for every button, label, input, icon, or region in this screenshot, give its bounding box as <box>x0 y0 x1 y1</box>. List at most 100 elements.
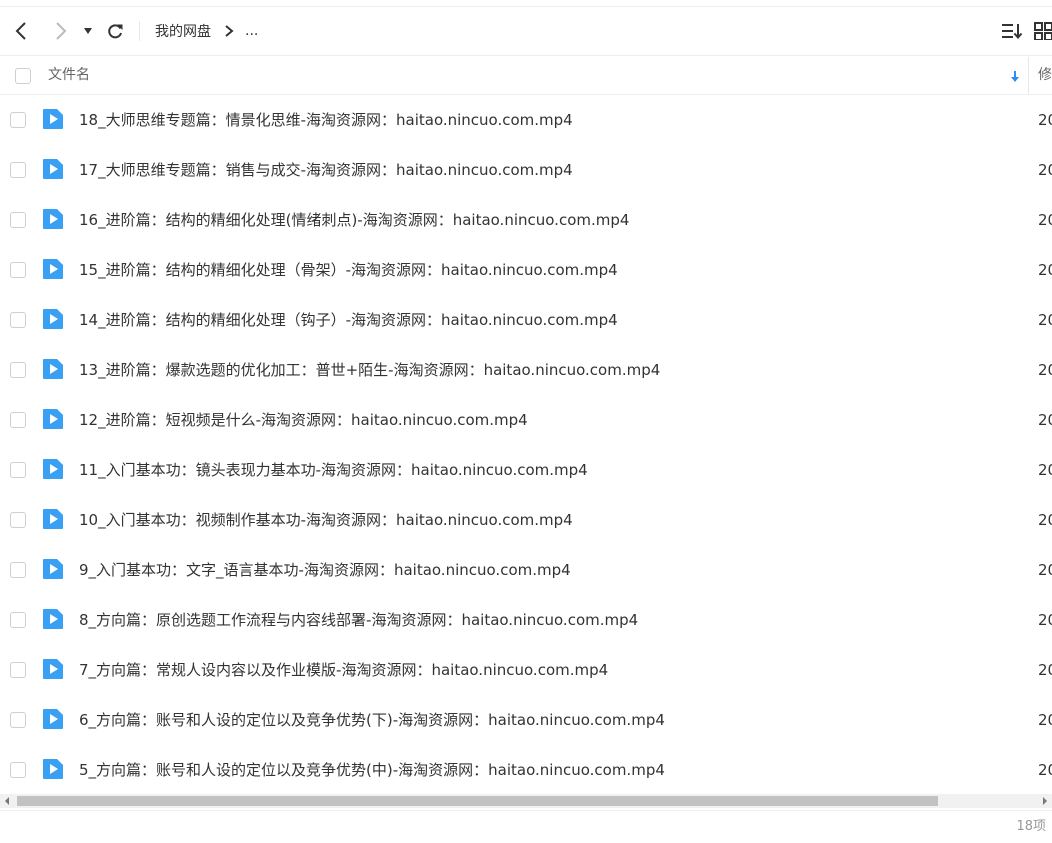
file-name[interactable]: 17_大师思维专题篇：销售与成交-海淘资源网：haitao.nincuo.com… <box>79 145 573 195</box>
file-row-checkbox[interactable] <box>10 412 26 428</box>
file-row-checkbox[interactable] <box>10 462 26 478</box>
file-row[interactable]: 6_方向篇：账号和人设的定位以及竞争优势(下)-海淘资源网：haitao.nin… <box>0 695 1052 745</box>
scrollbar-thumb[interactable] <box>17 796 938 806</box>
breadcrumb-root[interactable]: 我的网盘 <box>155 7 211 55</box>
video-file-icon <box>42 258 64 280</box>
item-count: 18项 <box>1016 819 1046 834</box>
sort-desc-arrow-icon[interactable] <box>1008 68 1022 84</box>
breadcrumb-separator <box>224 7 234 55</box>
video-file-icon <box>42 108 64 130</box>
video-file-icon <box>42 658 64 680</box>
refresh-icon <box>106 22 124 40</box>
file-name[interactable]: 15_进阶篇：结构的精细化处理（骨架）-海淘资源网：haitao.nincuo.… <box>79 245 618 295</box>
file-modified-date: 20 <box>1038 411 1052 429</box>
column-header-modified[interactable]: 修 <box>1038 57 1052 94</box>
file-list: 18_大师思维专题篇：情景化思维-海淘资源网：haitao.nincuo.com… <box>0 95 1052 795</box>
file-row[interactable]: 12_进阶篇：短视频是什么-海淘资源网：haitao.nincuo.com.mp… <box>0 395 1052 445</box>
forward-button[interactable] <box>48 7 74 55</box>
file-modified-date: 20 <box>1038 111 1052 129</box>
scroll-right-arrow-icon[interactable] <box>1038 794 1052 808</box>
file-row-checkbox[interactable] <box>10 162 26 178</box>
file-modified-date: 20 <box>1038 611 1052 629</box>
file-modified-date: 20 <box>1038 661 1052 679</box>
refresh-button[interactable] <box>104 7 126 55</box>
video-file-icon <box>42 208 64 230</box>
video-file-icon <box>42 458 64 480</box>
file-name[interactable]: 13_进阶篇：爆款选题的优化加工：普世+陌生-海淘资源网：haitao.ninc… <box>79 345 660 395</box>
file-modified-date: 20 <box>1038 261 1052 279</box>
file-name[interactable]: 14_进阶篇：结构的精细化处理（钩子）-海淘资源网：haitao.nincuo.… <box>79 295 618 345</box>
video-file-icon <box>42 358 64 380</box>
select-all-checkbox[interactable] <box>15 68 31 84</box>
file-modified-date: 20 <box>1038 161 1052 179</box>
file-row-checkbox[interactable] <box>10 762 26 778</box>
file-row-checkbox[interactable] <box>10 712 26 728</box>
file-row-checkbox[interactable] <box>10 212 26 228</box>
grid-icon <box>1034 22 1052 40</box>
scroll-left-arrow-icon[interactable] <box>0 794 14 808</box>
video-file-icon <box>42 408 64 430</box>
file-row[interactable]: 17_大师思维专题篇：销售与成交-海淘资源网：haitao.nincuo.com… <box>0 145 1052 195</box>
file-row[interactable]: 9_入门基本功：文字_语言基本功-海淘资源网：haitao.nincuo.com… <box>0 545 1052 595</box>
video-file-icon <box>42 508 64 530</box>
file-name[interactable]: 5_方向篇：账号和人设的定位以及竞争优势(中)-海淘资源网：haitao.nin… <box>79 745 665 795</box>
file-row[interactable]: 5_方向篇：账号和人设的定位以及竞争优势(中)-海淘资源网：haitao.nin… <box>0 745 1052 795</box>
horizontal-scrollbar[interactable] <box>0 794 1052 808</box>
chevron-right-icon <box>225 25 234 37</box>
file-row[interactable]: 7_方向篇：常规人设内容以及作业模版-海淘资源网：haitao.nincuo.c… <box>0 645 1052 695</box>
file-modified-date: 20 <box>1038 361 1052 379</box>
sort-list-button[interactable] <box>1000 7 1024 55</box>
history-dropdown-button[interactable] <box>80 7 96 55</box>
file-modified-date: 20 <box>1038 511 1052 529</box>
file-name[interactable]: 16_进阶篇：结构的精细化处理(情绪刺点)-海淘资源网：haitao.nincu… <box>79 195 629 245</box>
chevron-right-icon <box>54 21 68 41</box>
file-name[interactable]: 6_方向篇：账号和人设的定位以及竞争优势(下)-海淘资源网：haitao.nin… <box>79 695 665 745</box>
file-row[interactable]: 14_进阶篇：结构的精细化处理（钩子）-海淘资源网：haitao.nincuo.… <box>0 295 1052 345</box>
back-button[interactable] <box>8 7 34 55</box>
file-modified-date: 20 <box>1038 211 1052 229</box>
grid-view-button[interactable] <box>1034 7 1052 55</box>
file-modified-date: 20 <box>1038 561 1052 579</box>
video-file-icon <box>42 558 64 580</box>
sort-list-icon <box>1001 22 1023 40</box>
file-row[interactable]: 10_入门基本功：视频制作基本功-海淘资源网：haitao.nincuo.com… <box>0 495 1052 545</box>
toolbar-divider <box>139 21 140 41</box>
caret-down-icon <box>83 27 93 35</box>
video-file-icon <box>42 758 64 780</box>
file-row-checkbox[interactable] <box>10 512 26 528</box>
file-row[interactable]: 13_进阶篇：爆款选题的优化加工：普世+陌生-海淘资源网：haitao.ninc… <box>0 345 1052 395</box>
file-row-checkbox[interactable] <box>10 612 26 628</box>
file-name[interactable]: 10_入门基本功：视频制作基本功-海淘资源网：haitao.nincuo.com… <box>79 495 573 545</box>
toolbar: 我的网盘 ... <box>0 6 1052 56</box>
file-name[interactable]: 9_入门基本功：文字_语言基本功-海淘资源网：haitao.nincuo.com… <box>79 545 571 595</box>
file-row-checkbox[interactable] <box>10 662 26 678</box>
status-bar: 18项 <box>0 810 1052 842</box>
file-name[interactable]: 7_方向篇：常规人设内容以及作业模版-海淘资源网：haitao.nincuo.c… <box>79 645 608 695</box>
file-name[interactable]: 8_方向篇：原创选题工作流程与内容线部署-海淘资源网：haitao.nincuo… <box>79 595 638 645</box>
file-row[interactable]: 16_进阶篇：结构的精细化处理(情绪刺点)-海淘资源网：haitao.nincu… <box>0 195 1052 245</box>
file-row-checkbox[interactable] <box>10 312 26 328</box>
file-modified-date: 20 <box>1038 461 1052 479</box>
video-file-icon <box>42 308 64 330</box>
video-file-icon <box>42 608 64 630</box>
file-row-checkbox[interactable] <box>10 562 26 578</box>
file-row-checkbox[interactable] <box>10 112 26 128</box>
file-row[interactable]: 11_入门基本功：镜头表现力基本功-海淘资源网：haitao.nincuo.co… <box>0 445 1052 495</box>
file-row[interactable]: 15_进阶篇：结构的精细化处理（骨架）-海淘资源网：haitao.nincuo.… <box>0 245 1052 295</box>
file-row-checkbox[interactable] <box>10 262 26 278</box>
breadcrumb-more[interactable]: ... <box>245 7 258 55</box>
file-list-header: 文件名 修 <box>0 57 1052 95</box>
chevron-left-icon <box>14 21 28 41</box>
file-modified-date: 20 <box>1038 711 1052 729</box>
file-row-checkbox[interactable] <box>10 362 26 378</box>
file-name[interactable]: 12_进阶篇：短视频是什么-海淘资源网：haitao.nincuo.com.mp… <box>79 395 528 445</box>
column-divider[interactable] <box>1028 57 1029 94</box>
video-file-icon <box>42 158 64 180</box>
file-name[interactable]: 11_入门基本功：镜头表现力基本功-海淘资源网：haitao.nincuo.co… <box>79 445 588 495</box>
file-row[interactable]: 8_方向篇：原创选题工作流程与内容线部署-海淘资源网：haitao.nincuo… <box>0 595 1052 645</box>
file-name[interactable]: 18_大师思维专题篇：情景化思维-海淘资源网：haitao.nincuo.com… <box>79 95 573 145</box>
column-header-name[interactable]: 文件名 <box>48 57 90 94</box>
file-row[interactable]: 18_大师思维专题篇：情景化思维-海淘资源网：haitao.nincuo.com… <box>0 95 1052 145</box>
video-file-icon <box>42 708 64 730</box>
file-modified-date: 20 <box>1038 761 1052 779</box>
